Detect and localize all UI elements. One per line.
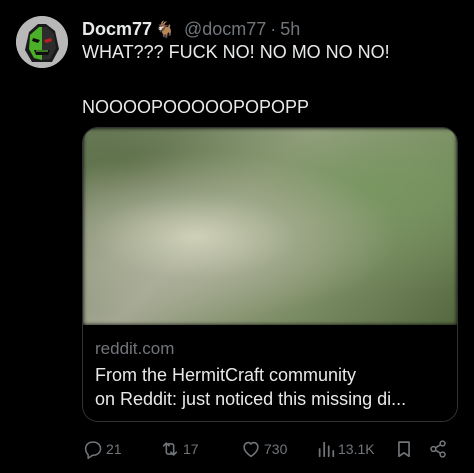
separator-dot: ·: [270, 19, 277, 39]
like-count: 730: [264, 441, 288, 457]
share-button[interactable]: [427, 437, 449, 461]
heart-icon: [243, 441, 259, 458]
tweet-header: Docm77 🐐 @docm77 · 5h: [82, 18, 462, 42]
card-body[interactable]: reddit.com From the HermitCraft communit…: [83, 325, 457, 421]
author-handle[interactable]: @docm77: [184, 19, 266, 39]
views-count: 13.1K: [338, 441, 375, 457]
retweet-count: 17: [183, 441, 199, 457]
card-title-line-1: From the HermitCraft community: [95, 365, 357, 385]
share-icon: [430, 440, 446, 458]
bookmark-button[interactable]: [393, 437, 415, 461]
tweet-text-line-1: WHAT??? FUCK NO! NO MO NO NO!: [82, 42, 390, 62]
card-thumbnail[interactable]: [83, 128, 457, 325]
card-domain: reddit.com: [95, 339, 175, 358]
reply-count: 21: [106, 441, 122, 457]
tweet-time[interactable]: 5h: [280, 19, 300, 39]
views-icon: [318, 441, 335, 458]
bookmark-icon: [398, 441, 410, 458]
goat-emoji: 🐐: [155, 22, 175, 39]
like-button[interactable]: 730: [240, 437, 287, 461]
author-name[interactable]: Docm77: [82, 19, 152, 39]
reply-button[interactable]: 21: [82, 437, 122, 461]
tweet-text-line-2: NOOOOPOOOOOPOPOPP: [82, 97, 310, 117]
author-avatar[interactable]: [16, 16, 68, 68]
avatar-image: [16, 16, 68, 68]
card-title: From the HermitCraft community on Reddit…: [95, 363, 447, 411]
views-button[interactable]: 13.1K: [316, 437, 375, 461]
tweet-actions: 21 17 730 13.1K: [82, 437, 458, 461]
retweet-icon: [162, 442, 178, 456]
reply-icon: [84, 441, 102, 460]
card-title-line-2: on Reddit: just noticed this missing di.…: [95, 389, 407, 409]
link-preview-card[interactable]: reddit.com From the HermitCraft communit…: [82, 127, 458, 422]
retweet-button[interactable]: 17: [159, 437, 199, 461]
